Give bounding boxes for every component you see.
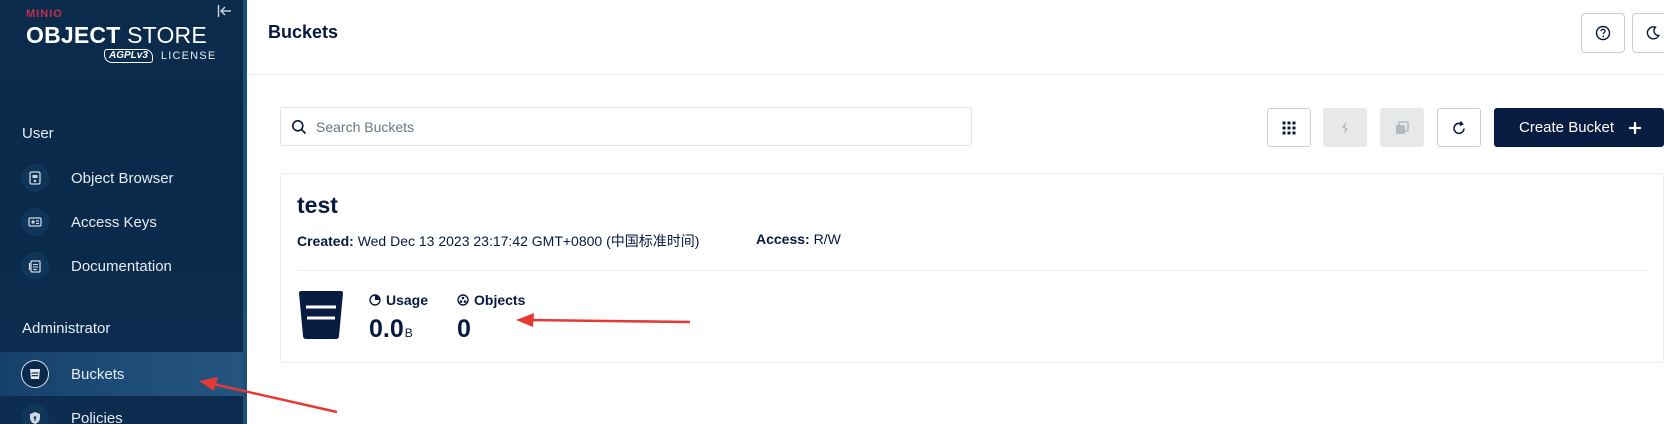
objects-label: Objects [474,292,526,308]
logo-brand: MINIO [26,8,63,20]
list-view-button[interactable] [1267,108,1311,147]
sidebar-item-label: Access Keys [71,213,157,231]
sidebar-item-label: Buckets [71,365,125,383]
access-value: R/W [813,231,841,247]
search-icon [292,120,307,135]
card-divider [297,270,1649,271]
created-label: Created: [297,233,354,249]
sidebar-item-access-keys[interactable]: Access Keys [0,200,243,244]
logo-license: AGPLv3 LICENSE [104,49,216,63]
bucket-card[interactable]: test Created: Wed Dec 13 2023 23:17:42 G… [280,173,1664,363]
documentation-icon [21,252,49,280]
sidebar-item-label: Object Browser [71,169,174,187]
create-bucket-button[interactable]: Create Bucket [1494,108,1664,147]
logo-title: OBJECT STORE [26,22,216,48]
license-text: LICENSE [160,50,217,62]
objects-icon [457,294,469,306]
agpl-mark: AGPLv3 [104,49,153,63]
sidebar-item-buckets[interactable]: Buckets [0,352,243,396]
search-input[interactable] [316,108,956,145]
theme-toggle-button[interactable] [1632,13,1664,53]
bucket-access: Access: R/W [756,231,841,247]
logo-title-bold: OBJECT [26,22,121,48]
bucket-large-icon [299,291,343,339]
collapse-sidebar-icon[interactable] [217,4,233,18]
refresh-icon [1453,120,1465,134]
help-button[interactable] [1581,13,1625,53]
section-title-user: User [22,125,54,142]
usage-value: 0.0 [369,315,404,343]
page-header: Buckets [247,0,1664,75]
usage-label: Usage [386,292,429,308]
access-label: Access: [756,231,810,247]
help-icon [1595,25,1611,41]
page-title: Buckets [268,22,339,42]
access-keys-icon [21,208,49,236]
bucket-name[interactable]: test [297,192,338,219]
minio-logo: MINIO OBJECT STORE AGPLv3 LICENSE [26,8,216,63]
refresh-button[interactable] [1437,108,1481,147]
pie-chart-icon [369,294,381,306]
usage-stat-value: 0.0B [369,315,413,344]
replicate-icon [1342,121,1348,134]
created-value: Wed Dec 13 2023 23:17:42 GMT+0800 (中国标准时… [357,233,700,249]
policies-icon [21,404,49,424]
sidebar-item-policies[interactable]: Policies [0,396,243,424]
usage-unit: B [404,326,413,340]
objects-stat-value: 0 [457,315,471,343]
lifecycle-icon [1396,120,1409,134]
bucket-icon [21,360,49,388]
lifecycle-button[interactable] [1380,108,1424,147]
usage-stat-label: Usage [369,292,428,308]
sidebar-item-label: Policies [71,409,123,424]
dark-mode-icon [1646,26,1660,40]
section-title-administrator: Administrator [22,320,111,337]
plus-icon [1629,121,1642,134]
logo-title-light: STORE [120,22,207,48]
sidebar-item-object-browser[interactable]: Object Browser [0,156,243,200]
create-bucket-label: Create Bucket [1519,119,1615,136]
objects-stat-label: Objects [457,292,525,308]
grid-view-icon [1282,121,1296,134]
search-bar [280,107,972,146]
object-browser-icon [21,164,49,192]
sidebar: MINIO OBJECT STORE AGPLv3 LICENSE User O… [0,0,247,424]
bucket-created: Created: Wed Dec 13 2023 23:17:42 GMT+08… [297,231,699,251]
sidebar-item-documentation[interactable]: Documentation [0,244,243,288]
sidebar-item-label: Documentation [71,257,172,275]
replicate-button[interactable] [1323,108,1367,147]
